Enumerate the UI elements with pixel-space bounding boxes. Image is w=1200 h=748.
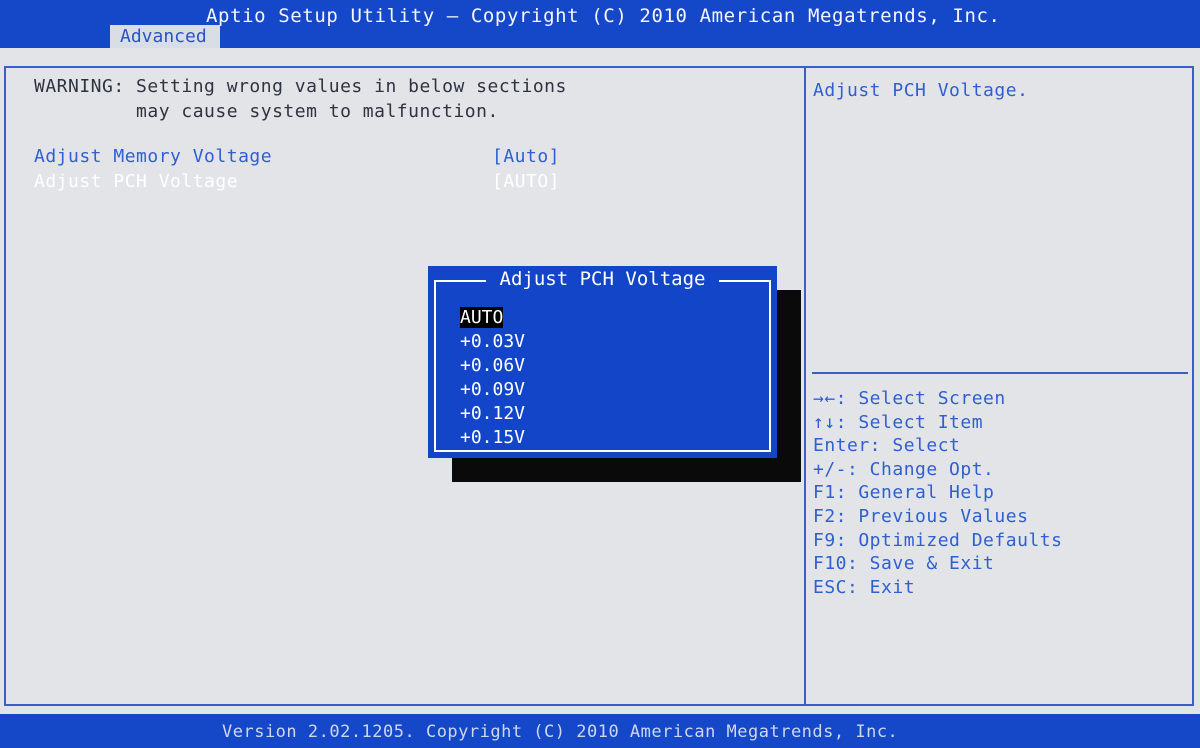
warning-text: WARNING: Setting wrong values in below s… (34, 76, 567, 122)
key-help-f9: F9: Optimized Defaults (813, 529, 1063, 551)
popup-option-012v[interactable]: +0.12V (460, 402, 525, 426)
key-help-f2: F2: Previous Values (813, 505, 1029, 527)
footer-bar: Version 2.02.1205. Copyright (C) 2010 Am… (0, 714, 1200, 748)
popup-title: Adjust PCH Voltage (428, 268, 777, 290)
popup-option-label: +0.15V (460, 427, 526, 448)
popup-title-text: Adjust PCH Voltage (485, 268, 720, 290)
popup-option-003v[interactable]: +0.03V (460, 330, 525, 354)
help-divider (812, 372, 1188, 374)
adjust-memory-voltage-value[interactable]: [Auto] (492, 146, 560, 167)
tab-advanced[interactable]: Advanced (110, 25, 220, 48)
popup-option-009v[interactable]: +0.09V (460, 378, 525, 402)
key-help-f10: F10: Save & Exit (813, 553, 995, 575)
popup-option-auto[interactable]: AUTO (460, 306, 525, 330)
key-help-esc: ESC: Exit (813, 576, 916, 598)
popup-option-label: +0.03V (460, 331, 526, 352)
title-bar: Aptio Setup Utility – Copyright (C) 2010… (0, 0, 1200, 48)
adjust-pch-voltage-value[interactable]: [AUTO] (492, 171, 560, 192)
help-pane (804, 66, 1194, 706)
popup-option-label: +0.12V (460, 403, 526, 424)
window-title: Aptio Setup Utility – Copyright (C) 2010… (206, 5, 1001, 27)
voltage-popup: AUTO +0.03V +0.06V +0.09V +0.12V +0.15V … (428, 266, 777, 458)
popup-options: AUTO +0.03V +0.06V +0.09V +0.12V +0.15V (460, 306, 525, 450)
popup-option-label: +0.06V (460, 355, 526, 376)
key-help-select-screen: →←: Select Screen (813, 388, 1006, 409)
version-text: Version 2.02.1205. Copyright (C) 2010 Am… (222, 722, 899, 742)
key-help-enter: Enter: Select (813, 435, 961, 457)
adjust-pch-voltage-label[interactable]: Adjust PCH Voltage (34, 171, 238, 192)
popup-border: AUTO +0.03V +0.06V +0.09V +0.12V +0.15V (434, 280, 771, 452)
help-description: Adjust PCH Voltage. (813, 80, 1029, 101)
popup-option-label: AUTO (460, 307, 504, 328)
key-help-f1: F1: General Help (813, 482, 995, 504)
key-help-select-item: ↑↓: Select Item (813, 411, 984, 433)
adjust-memory-voltage-label[interactable]: Adjust Memory Voltage (34, 146, 272, 167)
popup-option-006v[interactable]: +0.06V (460, 354, 525, 378)
key-help-list: →←: Select Screen ↑↓: Select Item Enter:… (813, 387, 1062, 599)
popup-option-015v[interactable]: +0.15V (460, 426, 525, 450)
key-help-change-opt: +/-: Change Opt. (813, 458, 995, 480)
popup-option-label: +0.09V (460, 379, 526, 400)
